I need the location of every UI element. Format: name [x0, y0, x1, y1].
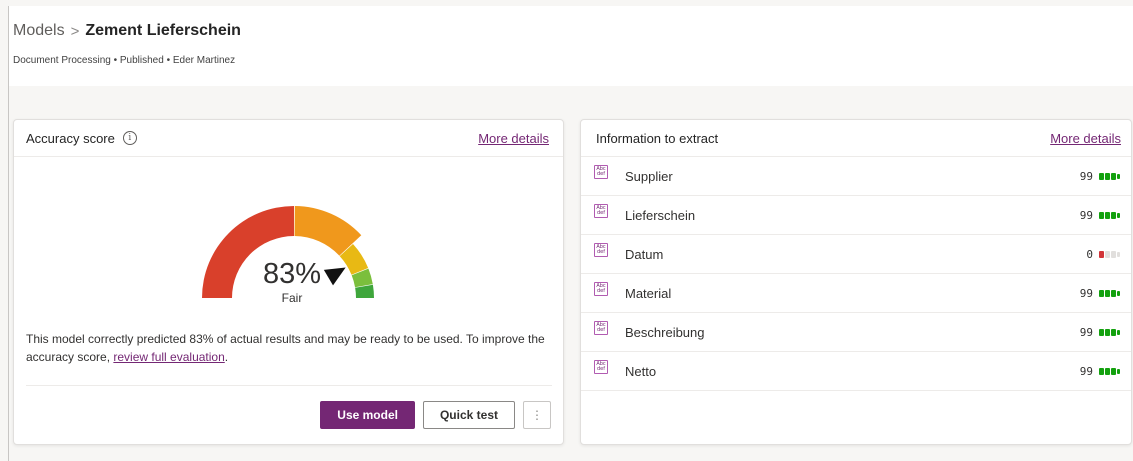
- confidence-battery-icon: [1099, 367, 1120, 375]
- divider: [26, 385, 552, 386]
- accuracy-percentage: 83%: [262, 258, 322, 290]
- field-score: 99: [1079, 208, 1093, 222]
- gauge-segment-excellent: [355, 284, 374, 298]
- text-field-icon: Abc def: [594, 204, 608, 218]
- accuracy-title: Accuracy score: [26, 130, 115, 146]
- field-name: Netto: [625, 363, 657, 379]
- left-divider: [8, 86, 9, 461]
- accuracy-actions: Use model Quick test ⋮: [320, 401, 551, 429]
- review-evaluation-link[interactable]: review full evaluation: [113, 350, 224, 364]
- field-name: Datum: [625, 246, 664, 262]
- field-name: Beschreibung: [625, 324, 705, 340]
- field-score: 99: [1079, 325, 1093, 339]
- confidence-battery-icon: [1099, 289, 1120, 297]
- extract-title: Information to extract: [596, 130, 719, 146]
- accuracy-rating: Fair: [281, 291, 303, 305]
- gauge-pointer-icon: [323, 267, 346, 286]
- confidence-battery-icon: [1099, 172, 1120, 180]
- model-meta: Document Processing • Published • Eder M…: [13, 55, 236, 66]
- field-name: Lieferschein: [625, 207, 696, 223]
- quick-test-button[interactable]: Quick test: [422, 401, 515, 429]
- field-score: 99: [1079, 169, 1093, 183]
- confidence-battery-icon: [1099, 328, 1120, 336]
- accuracy-more-details-link[interactable]: More details: [478, 131, 549, 146]
- field-name: Material: [625, 285, 672, 301]
- accuracy-card-header: Accuracy score i More details: [14, 120, 563, 157]
- breadcrumb-models-link[interactable]: Models: [13, 22, 65, 40]
- accuracy-description-text: This model correctly predicted 83% of ac…: [26, 332, 545, 364]
- accuracy-description: This model correctly predicted 83% of ac…: [26, 330, 556, 366]
- field-row[interactable]: Abc def Beschreibung 99: [581, 313, 1131, 352]
- accuracy-card: Accuracy score i More details 83% Fair T…: [13, 119, 564, 445]
- page-header: Models > Zement Lieferschein Document Pr…: [8, 6, 1133, 86]
- field-row[interactable]: Abc def Supplier 99: [581, 157, 1131, 196]
- extract-more-details-link[interactable]: More details: [1050, 131, 1121, 146]
- extract-card: Information to extract More details Abc …: [580, 119, 1132, 445]
- accuracy-description-end: .: [224, 350, 229, 364]
- confidence-battery-icon: [1099, 250, 1120, 258]
- info-icon[interactable]: i: [122, 131, 137, 145]
- field-row[interactable]: Abc def Material 99: [581, 274, 1131, 313]
- extract-card-header: Information to extract More details: [581, 120, 1131, 157]
- text-field-icon: Abc def: [594, 243, 608, 257]
- text-field-icon: Abc def: [594, 360, 608, 374]
- text-field-icon: Abc def: [594, 165, 608, 179]
- text-field-icon: Abc def: [594, 321, 608, 335]
- breadcrumb: Models > Zement Lieferschein: [13, 22, 241, 40]
- field-row[interactable]: Abc def Netto 99: [581, 352, 1131, 391]
- field-row[interactable]: Abc def Lieferschein 99: [581, 196, 1131, 235]
- chevron-right-icon: >: [70, 22, 80, 40]
- field-score: 0: [1086, 247, 1093, 261]
- page-title: Zement Lieferschein: [85, 22, 241, 39]
- field-score: 99: [1079, 286, 1093, 300]
- confidence-battery-icon: [1099, 211, 1120, 219]
- more-vertical-icon[interactable]: ⋮: [523, 401, 551, 429]
- field-score: 99: [1079, 364, 1093, 378]
- field-list: Abc def Supplier 99 Abc def Lieferschein 99 Ab…: [581, 157, 1131, 391]
- use-model-button[interactable]: Use model: [320, 401, 415, 429]
- text-field-icon: Abc def: [594, 282, 608, 296]
- field-name: Supplier: [625, 168, 673, 184]
- field-row[interactable]: Abc def Datum 0: [581, 235, 1131, 274]
